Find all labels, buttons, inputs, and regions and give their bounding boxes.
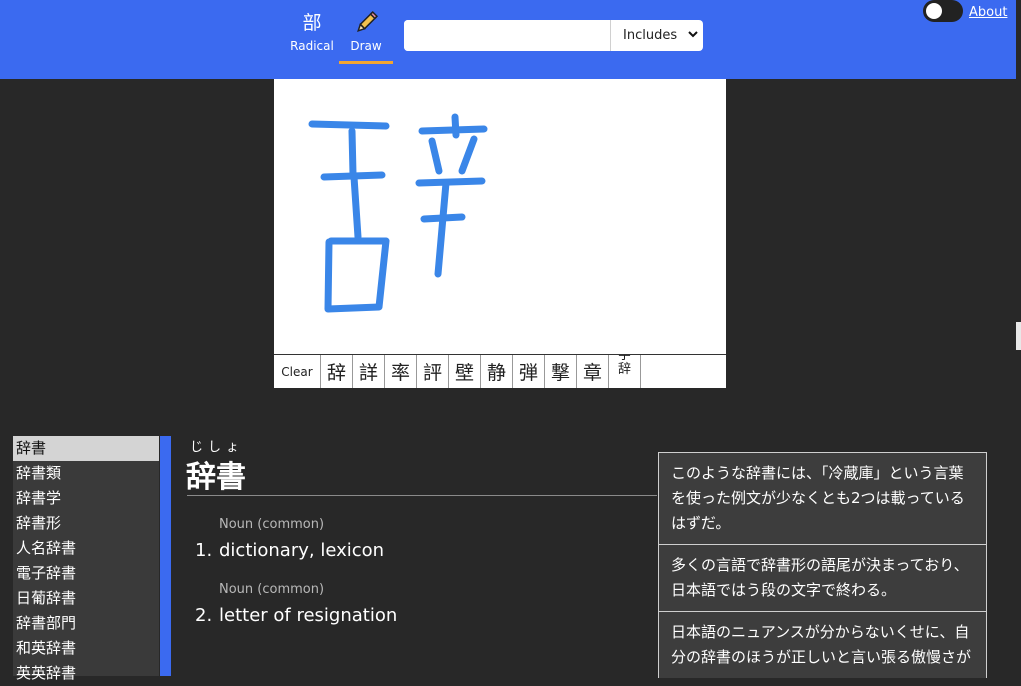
example-sentences: このような辞書には、「冷蔵庫」という言葉を使った例文が少なくとも2つは載っている… xyxy=(658,452,987,678)
example-sentence[interactable]: 日本語のニュアンスが分からないくせに、自分の辞書のほうが正しいと言い張る傲慢さが xyxy=(658,611,987,678)
list-item[interactable]: 辞書形 xyxy=(13,511,159,536)
stroke-5 xyxy=(324,237,390,313)
part-of-speech: Noun (common) xyxy=(219,582,325,597)
theme-toggle[interactable] xyxy=(923,0,963,22)
results-list: 辞書 辞書類 辞書学 辞書形 人名辞書 電子辞書 日葡辞書 辞書部門 和英辞書 … xyxy=(13,436,159,682)
sense-item: 1. dictionary, lexicon xyxy=(195,540,384,561)
example-sentence[interactable]: このような辞書には、「冷蔵庫」という言葉を使った例文が少なくとも2つは載っている… xyxy=(658,452,987,544)
sense-gloss: letter of resignation xyxy=(219,605,398,626)
sense-gloss: dictionary, lexicon xyxy=(219,540,385,561)
candidate-kanji[interactable]: 弾 xyxy=(513,355,545,388)
candidate-kanji[interactable]: 壁 xyxy=(449,355,481,388)
stroke-1 xyxy=(308,120,390,130)
list-item[interactable]: 辞書類 xyxy=(13,461,159,486)
candidate-kanji[interactable]: 辞 xyxy=(321,355,353,388)
clear-button[interactable]: Clear xyxy=(274,355,321,388)
list-item[interactable]: 和英辞書 xyxy=(13,636,159,661)
list-item[interactable]: 辞書学 xyxy=(13,486,159,511)
stroke-8 xyxy=(428,137,443,175)
kanji-candidate-bar: Clear 辞 詳 率 評 壁 静 弾 撃 章 字 辞 xyxy=(274,354,726,388)
stroke-2 xyxy=(348,127,357,178)
stroke-12 xyxy=(434,179,450,278)
stroke-7 xyxy=(418,125,488,135)
candidate-kanji[interactable]: 詳 xyxy=(353,355,385,388)
list-item[interactable]: 日葡辞書 xyxy=(13,586,159,611)
example-sentence[interactable]: 多くの言語で辞書形の語尾が決まっており、日本語ではう段の文字で終わる。 xyxy=(658,544,987,611)
list-item[interactable]: 人名辞書 xyxy=(13,536,159,561)
about-link[interactable]: About xyxy=(969,5,1007,20)
page-scrollbar-thumb[interactable] xyxy=(1016,322,1021,350)
draw-mode-label: Draw xyxy=(350,39,382,53)
draw-mode-button[interactable]: Draw xyxy=(339,10,393,64)
stroke-10 xyxy=(415,177,486,187)
candidate-kanji[interactable]: 章 xyxy=(577,355,609,388)
list-item[interactable]: 辞書 xyxy=(13,436,159,461)
candidate-kanji[interactable]: 撃 xyxy=(545,355,577,388)
match-mode-select[interactable]: Includes xyxy=(610,20,703,51)
chevron-down-icon xyxy=(687,28,699,44)
toggle-knob xyxy=(926,3,942,19)
entry-divider xyxy=(187,495,657,496)
candidate-kanji[interactable]: 評 xyxy=(417,355,449,388)
entry-headword: 辞書 xyxy=(186,460,246,495)
list-item[interactable]: 電子辞書 xyxy=(13,561,159,586)
search-box: Includes xyxy=(404,20,703,51)
radical-glyph: 部 xyxy=(302,12,322,34)
pencil-icon xyxy=(353,10,379,36)
search-input[interactable] xyxy=(404,20,610,51)
drawing-canvas[interactable] xyxy=(274,79,726,355)
drawn-strokes xyxy=(308,113,488,313)
match-mode-value: Includes xyxy=(623,28,678,43)
candidate-kanji[interactable]: 率 xyxy=(385,355,417,388)
results-scrollbar[interactable] xyxy=(160,436,171,676)
candidate-kanji[interactable]: 静 xyxy=(481,355,513,388)
top-bar: 部 Radical Draw Includes xyxy=(0,0,1016,79)
sense-number: 2. xyxy=(195,605,213,626)
list-item[interactable]: 辞書部門 xyxy=(13,611,159,636)
part-of-speech: Noun (common) xyxy=(219,517,325,532)
radical-mode-label: Radical xyxy=(290,39,334,53)
sense-item: 2. letter of resignation xyxy=(195,605,397,626)
stroke-4 xyxy=(350,173,362,241)
radical-mode-button[interactable]: 部 Radical xyxy=(288,10,336,53)
sense-number: 1. xyxy=(195,540,213,561)
candidate-kanji-overflow[interactable]: 字 辞 xyxy=(609,355,641,388)
list-item[interactable]: 英英辞書 xyxy=(13,661,159,686)
stroke-9 xyxy=(458,135,478,175)
candidate-kanji: 辞 xyxy=(617,362,631,377)
